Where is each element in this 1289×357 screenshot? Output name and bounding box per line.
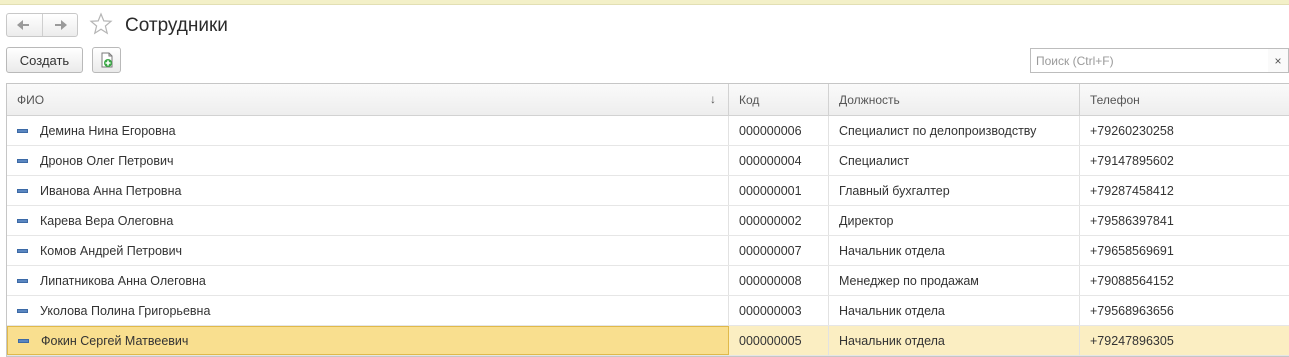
- cell-position: Начальник отдела: [829, 326, 1080, 355]
- cell-name: Дронов Олег Петрович: [7, 146, 729, 175]
- cell-name: Демина Нина Егоровна: [7, 116, 729, 145]
- cell-position: Менеджер по продажам: [829, 266, 1080, 295]
- column-header-code[interactable]: Код: [729, 84, 829, 115]
- cell-text: Дронов Олег Петрович: [40, 153, 174, 168]
- cell-position: Директор: [829, 206, 1080, 235]
- table-row[interactable]: Комов Андрей Петрович 000000007 Начальни…: [7, 236, 1289, 266]
- cell-text: Фокин Сергей Матвеевич: [41, 333, 189, 348]
- catalog-item-icon: [17, 218, 28, 223]
- cell-position: Начальник отдела: [829, 236, 1080, 265]
- cell-phone: +79088564152: [1090, 273, 1174, 288]
- column-header-label: Телефон: [1090, 92, 1140, 107]
- cell-phone: +79260230258: [1090, 123, 1174, 138]
- cell-phone: +79287458412: [1090, 183, 1174, 198]
- cell-name: Иванова Анна Петровна: [7, 176, 729, 205]
- cell-text: Комов Андрей Петрович: [40, 243, 183, 258]
- cell-code: 000000002: [729, 206, 829, 235]
- cell-code: 000000007: [729, 236, 829, 265]
- cell-text: Карева Вера Олеговна: [40, 213, 174, 228]
- cell-text: Уколова Полина Григорьевна: [40, 303, 211, 318]
- cell-name: Уколова Полина Григорьевна: [7, 296, 729, 325]
- cell-text: Иванова Анна Петровна: [40, 183, 182, 198]
- cell-phone: +79247896305: [1080, 326, 1289, 355]
- cell-code: 000000008: [729, 266, 829, 295]
- cell-code: 000000004: [729, 146, 829, 175]
- top-accent-line: [0, 0, 1289, 5]
- table-row[interactable]: Уколова Полина Григорьевна 000000003 Нач…: [7, 296, 1289, 326]
- column-header-label: Код: [739, 92, 760, 107]
- cell-name: Комов Андрей Петрович: [7, 236, 729, 265]
- column-header-phone[interactable]: Телефон: [1080, 84, 1289, 115]
- forward-button[interactable]: [41, 14, 78, 36]
- table-row[interactable]: Карева Вера Олеговна 000000002 Директор …: [7, 206, 1289, 236]
- search-input[interactable]: [1030, 48, 1269, 73]
- catalog-item-icon: [18, 338, 29, 343]
- table-row[interactable]: Липатникова Анна Олеговна 000000008 Мене…: [7, 266, 1289, 296]
- column-header-label: Должность: [839, 92, 900, 107]
- employees-table: ФИО ↓ Код Должность Телефон Демина Нина …: [6, 83, 1289, 357]
- cell-phone: +79568963656: [1090, 303, 1174, 318]
- create-button[interactable]: Создать: [6, 47, 83, 73]
- cell-text: Демина Нина Егоровна: [40, 123, 176, 138]
- table-header: ФИО ↓ Код Должность Телефон: [7, 84, 1289, 116]
- table-row[interactable]: Дронов Олег Петрович 000000004 Специалис…: [7, 146, 1289, 176]
- cell-name: Карева Вера Олеговна: [7, 206, 729, 235]
- catalog-item-icon: [17, 128, 28, 133]
- page-title: Сотрудники: [125, 15, 228, 36]
- cell-code: 000000005: [729, 326, 829, 355]
- cell-phone: +79147895602: [1090, 153, 1174, 168]
- column-header-label: ФИО: [17, 92, 45, 107]
- navigation-buttons: [6, 13, 78, 37]
- add-copy-button[interactable]: [92, 47, 121, 73]
- cell-code: 000000003: [729, 296, 829, 325]
- cell-position: Начальник отдела: [829, 296, 1080, 325]
- cell-position: Специалист: [829, 146, 1080, 175]
- cell-code: 000000006: [729, 116, 829, 145]
- sort-down-icon: ↓: [710, 92, 716, 106]
- table-row-selected[interactable]: Фокин Сергей Матвеевич 000000005 Начальн…: [7, 326, 1289, 356]
- catalog-item-icon: [17, 278, 28, 283]
- catalog-item-icon: [17, 188, 28, 193]
- cell-phone: +79586397841: [1090, 213, 1174, 228]
- catalog-item-icon: [17, 158, 28, 163]
- back-button[interactable]: [7, 14, 42, 36]
- star-icon[interactable]: [89, 12, 113, 36]
- cell-phone: +79658569691: [1090, 243, 1174, 258]
- column-header-position[interactable]: Должность: [829, 84, 1080, 115]
- cell-code: 000000001: [729, 176, 829, 205]
- cell-text: Липатникова Анна Олеговна: [40, 273, 206, 288]
- catalog-item-icon: [17, 248, 28, 253]
- column-header-name[interactable]: ФИО ↓: [7, 84, 729, 115]
- cell-name: Липатникова Анна Олеговна: [7, 266, 729, 295]
- cell-position: Главный бухгалтер: [829, 176, 1080, 205]
- cell-name: Фокин Сергей Матвеевич: [7, 326, 729, 355]
- clear-search-button[interactable]: ×: [1268, 48, 1289, 73]
- table-row[interactable]: Демина Нина Егоровна 000000006 Специалис…: [7, 116, 1289, 146]
- arrow-right-icon: [53, 20, 67, 30]
- arrow-left-icon: [17, 20, 31, 30]
- table-row[interactable]: Иванова Анна Петровна 000000001 Главный …: [7, 176, 1289, 206]
- document-add-icon: [101, 52, 112, 68]
- cell-position: Специалист по делопроизводству: [829, 116, 1080, 145]
- catalog-item-icon: [17, 308, 28, 313]
